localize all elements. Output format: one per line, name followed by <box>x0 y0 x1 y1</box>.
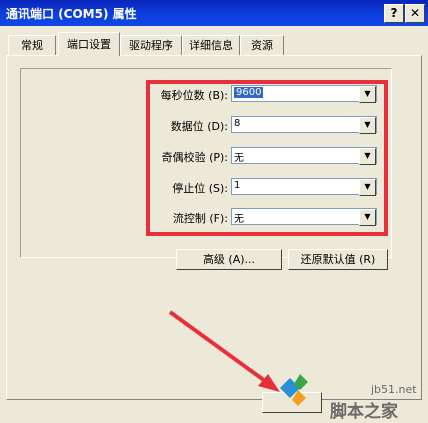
restore-defaults-button[interactable]: 还原默认值 (R) <box>288 249 388 270</box>
watermark-site: jb51.net <box>371 383 417 396</box>
title-bar: 通讯端口 (COM5) 属性 ? ✕ <box>0 0 428 26</box>
help-button[interactable]: ? <box>384 4 404 23</box>
highlight-frame <box>146 80 388 236</box>
tab-driver[interactable]: 驱动程序 <box>120 35 182 55</box>
close-button[interactable]: ✕ <box>405 4 425 23</box>
tab-general[interactable]: 常规 <box>8 35 56 55</box>
advanced-button[interactable]: 高级 (A)... <box>176 249 282 270</box>
watermark-brand: 脚本之家 <box>330 402 398 422</box>
site-logo-icon <box>280 374 308 406</box>
tab-port-settings[interactable]: 端口设置 <box>58 32 120 56</box>
tab-details[interactable]: 详细信息 <box>182 35 240 55</box>
window-title: 通讯端口 (COM5) 属性 <box>6 7 137 21</box>
tab-resources[interactable]: 资源 <box>240 35 284 55</box>
